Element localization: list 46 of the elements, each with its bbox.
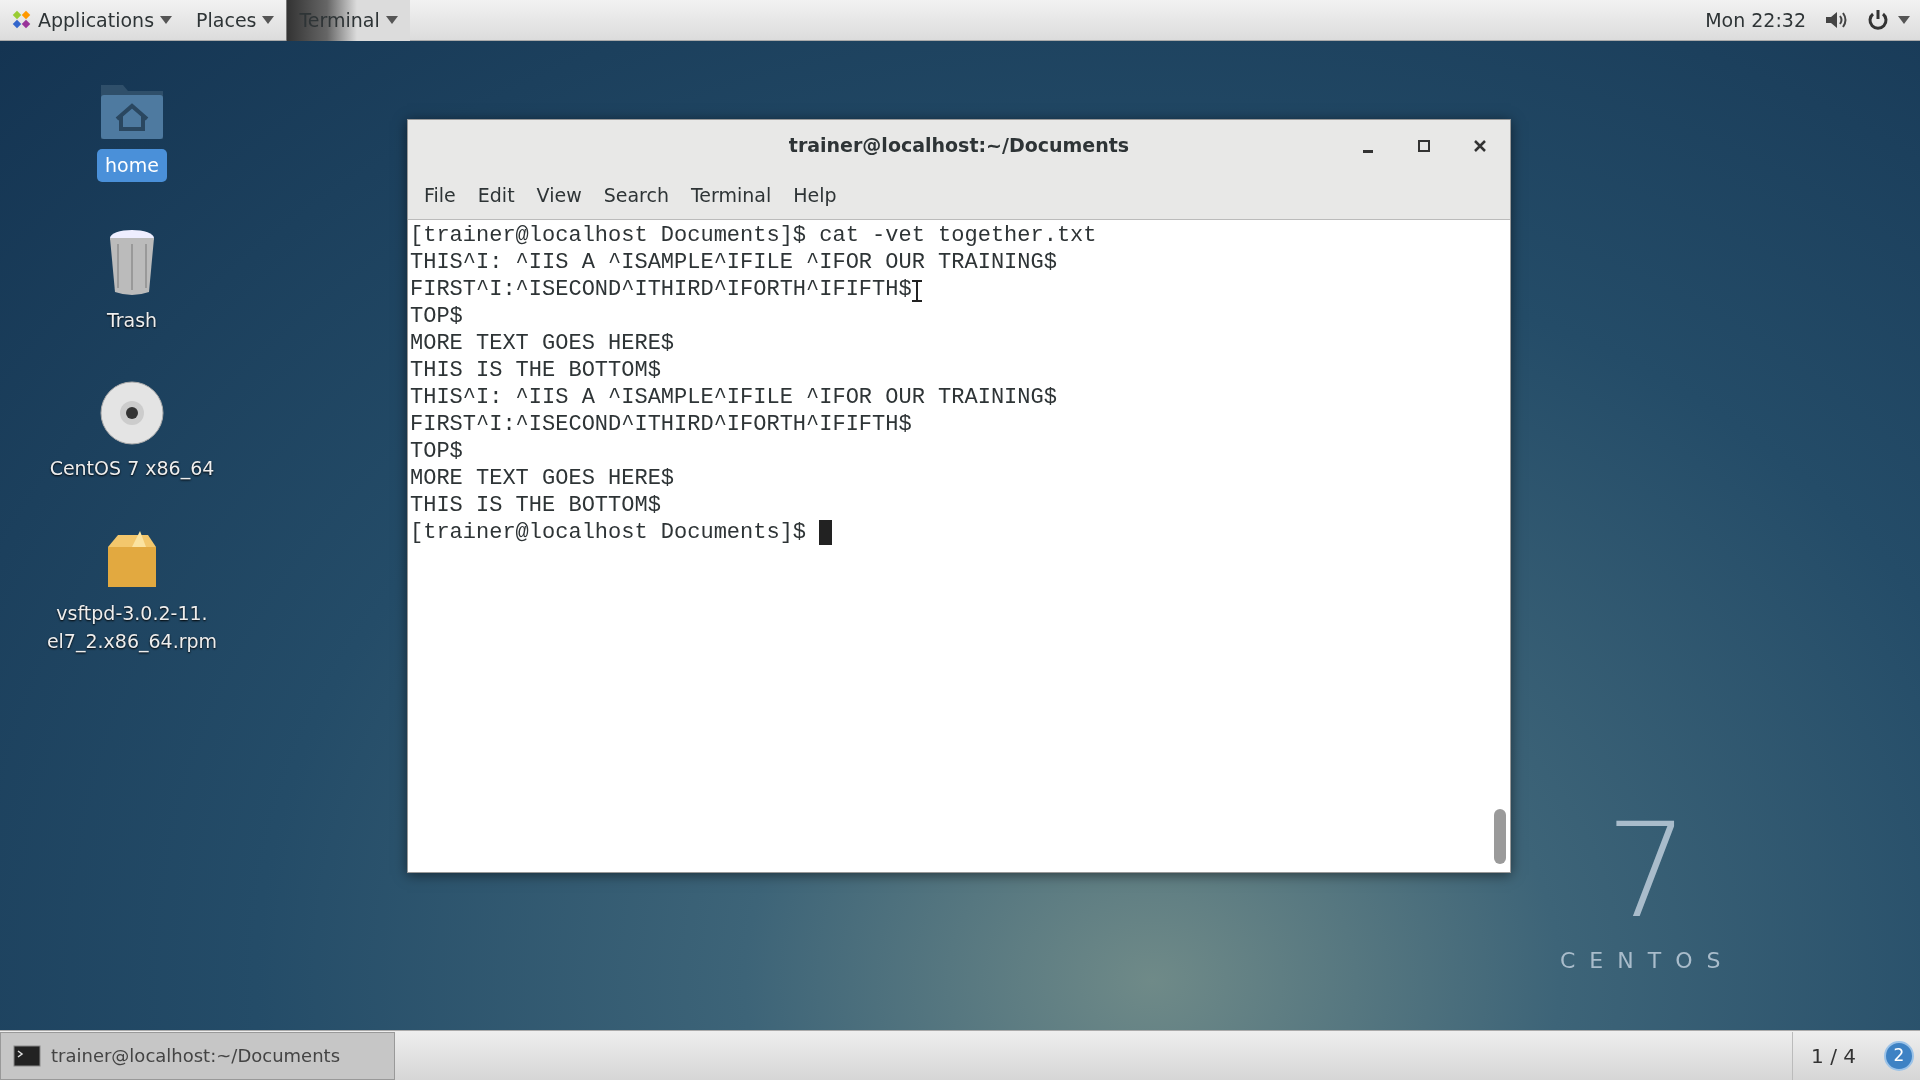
icon-label[interactable]: vsftpd-3.0.2-11. el7_2.x86_64.rpm	[38, 596, 226, 658]
icon-label[interactable]: Trash	[98, 303, 166, 336]
workspace-indicator[interactable]: 1 / 4	[1792, 1031, 1874, 1080]
logo-numeral: 7	[1605, 806, 1689, 936]
terminal-line: MORE TEXT GOES HERE$	[410, 330, 675, 357]
menu-item[interactable]: View	[526, 176, 592, 214]
terminal-line: FIRST^I:^ISECOND^ITHIRD^IFORTH^IFIFTH$	[410, 411, 912, 438]
window-title: trainer@localhost:~/Documents	[788, 133, 1130, 159]
caret-icon	[385, 16, 398, 24]
terminal-line: [trainer@localhost Documents]$ cat -vet together.txt	[410, 222, 1097, 249]
menu-item[interactable]: Terminal	[680, 176, 782, 214]
taskbar-window-button[interactable]: trainer@localhost:~/Documents	[0, 1031, 395, 1080]
caret-icon	[262, 16, 275, 24]
icon-label[interactable]: CentOS 7 x86_64	[41, 452, 223, 485]
caret-icon	[1898, 16, 1910, 24]
terminal-icon	[13, 1044, 41, 1067]
terminal-line: THIS^I: ^IIS A ^ISAMPLE^IFILE ^IFOR OUR TRAINING$	[410, 249, 1057, 276]
menu-button[interactable]: Applications	[0, 0, 185, 41]
terminal-line: TOP$	[410, 438, 463, 465]
text-cursor-icon	[911, 280, 923, 302]
menu-item[interactable]: Edit	[467, 176, 525, 214]
clock[interactable]: Mon 22:32	[1705, 5, 1806, 35]
scrollbar-thumb[interactable]	[1494, 809, 1506, 864]
terminal-line: [trainer@localhost Documents]$	[410, 519, 808, 546]
menu-item[interactable]: Search	[593, 176, 679, 214]
minimize-icon	[1363, 149, 1373, 153]
terminal-line: TOP$	[410, 303, 463, 330]
power-menu-button[interactable]	[1866, 8, 1910, 32]
menu-item[interactable]: Help	[783, 176, 847, 214]
disc-icon[interactable]	[99, 380, 165, 446]
menu-item[interactable]: File	[414, 176, 466, 214]
terminal-line: MORE TEXT GOES HERE$	[410, 465, 675, 492]
close-icon	[1473, 139, 1487, 153]
terminal-line: THIS IS THE BOTTOM$	[410, 492, 661, 519]
text-cursor	[819, 520, 833, 545]
volume-icon[interactable]	[1824, 9, 1848, 31]
terminal-line: THIS^I: ^IIS A ^ISAMPLE^IFILE ^IFOR OUR TRAINING$	[410, 384, 1057, 411]
menu-button[interactable]: Places	[184, 0, 287, 41]
power-icon	[1866, 8, 1890, 32]
maximize-icon	[1417, 139, 1431, 153]
terminal-line: THIS IS THE BOTTOM$	[410, 357, 661, 384]
logo-wordmark: CENTOS	[1560, 947, 1735, 975]
notification-count[interactable]: 2	[1884, 1040, 1914, 1071]
terminal-line: FIRST^I:^ISECOND^ITHIRD^IFORTH^IFIFTH$	[410, 276, 912, 303]
caret-icon	[160, 16, 173, 24]
logo-icon	[12, 10, 32, 30]
